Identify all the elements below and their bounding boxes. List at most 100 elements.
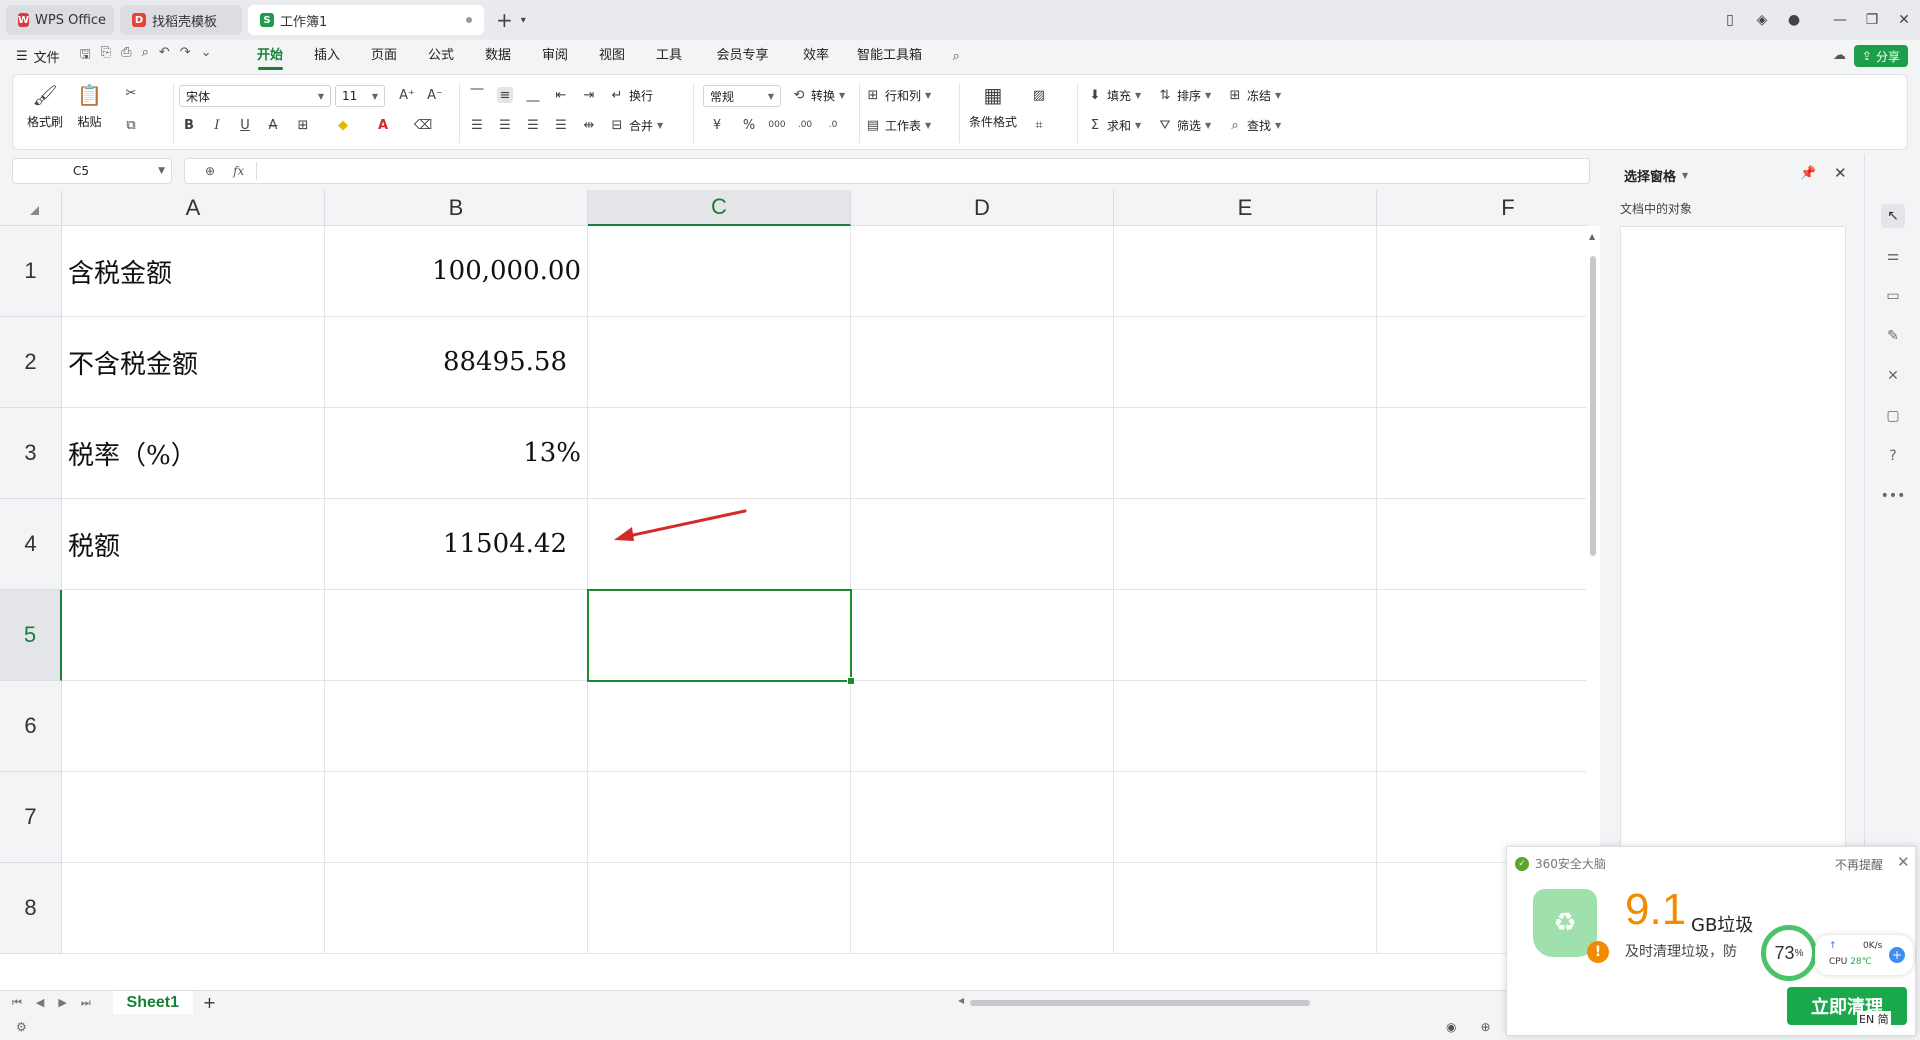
sum-button[interactable]: Σ 求和 ▼	[1087, 117, 1141, 134]
cell-e5[interactable]	[1114, 590, 1377, 681]
select-all-corner[interactable]	[0, 190, 62, 226]
font-size-select[interactable]: 11 ▼	[335, 85, 385, 107]
cell-c8[interactable]	[588, 863, 851, 954]
prev-sheet-icon[interactable]: ◀	[36, 996, 44, 1010]
cell-c3[interactable]	[588, 408, 851, 499]
avatar[interactable]: ●	[1778, 12, 1810, 28]
name-box[interactable]: C5 ▼	[12, 158, 172, 184]
cell-a3[interactable]: 税率（%）	[62, 408, 325, 499]
justify-icon[interactable]: ☰	[553, 117, 569, 133]
merge-button[interactable]: ⊟ 合并 ▼	[609, 117, 664, 134]
wrap-button[interactable]: ↵ 换行	[609, 87, 653, 104]
cell-e1[interactable]	[1114, 226, 1377, 317]
unsaved-dot-icon[interactable]	[466, 17, 472, 23]
tools-icon[interactable]: ✕	[1881, 364, 1905, 388]
fill-button[interactable]: ⬇ 填充 ▼	[1087, 87, 1142, 104]
cell-b8[interactable]	[325, 863, 588, 954]
print-preview-icon[interactable]: ⌕	[142, 45, 149, 67]
cloud-icon[interactable]: ☁	[1833, 48, 1846, 63]
bold-button[interactable]: B	[181, 117, 197, 133]
border-icon[interactable]: ⊞	[295, 117, 311, 133]
strikethrough-icon[interactable]: A	[265, 117, 281, 133]
menu-1[interactable]: 插入	[299, 40, 356, 72]
menu-5[interactable]: 审阅	[527, 40, 584, 72]
font-color-icon[interactable]: A	[375, 117, 391, 133]
close-icon[interactable]: ✕	[1897, 853, 1910, 871]
cell-d6[interactable]	[851, 681, 1114, 772]
row-header-6[interactable]: 6	[0, 681, 62, 772]
underline-button[interactable]: U	[237, 117, 253, 133]
macro-icon[interactable]: ⚙	[16, 1020, 27, 1034]
last-sheet-icon[interactable]: ⏭	[81, 996, 91, 1010]
column-header-d[interactable]: D	[851, 190, 1114, 226]
column-header-a[interactable]: A	[62, 190, 325, 226]
cell-a5[interactable]	[62, 590, 325, 681]
menu-10[interactable]: 智能工具箱	[845, 40, 935, 72]
scroll-up-icon[interactable]: ▲	[1589, 232, 1595, 241]
cell-d2[interactable]	[851, 317, 1114, 408]
paste-button[interactable]: 📋 粘贴	[77, 83, 102, 130]
cell-d3[interactable]	[851, 408, 1114, 499]
active-cell-selection[interactable]	[587, 589, 855, 685]
cut-icon[interactable]: ✂	[123, 85, 139, 101]
next-sheet-icon[interactable]: ▶	[58, 996, 66, 1010]
rows-cols-button[interactable]: ⊞ 行和列 ▼	[865, 87, 932, 104]
cell-b4[interactable]: 11504.42	[325, 499, 588, 590]
close-window-icon[interactable]: ✕	[1888, 12, 1920, 28]
cell-b7[interactable]	[325, 772, 588, 863]
first-sheet-icon[interactable]: ⏮	[12, 996, 22, 1010]
align-left-icon[interactable]: ☰	[469, 117, 485, 133]
cell-style-icon[interactable]: ▨	[1031, 87, 1047, 103]
row-header-2[interactable]: 2	[0, 317, 62, 408]
increase-font-icon[interactable]: A⁺	[399, 87, 415, 103]
restore-icon[interactable]: ❐	[1856, 12, 1888, 28]
cell-f6[interactable]	[1377, 681, 1586, 772]
worksheet-button[interactable]: ▤ 工作表 ▼	[865, 117, 931, 134]
row-header-3[interactable]: 3	[0, 408, 62, 499]
font-name-select[interactable]: 宋体 ▼	[179, 85, 331, 107]
cell-f1[interactable]	[1377, 226, 1586, 317]
column-header-f[interactable]: F	[1377, 190, 1586, 226]
menu-3[interactable]: 公式	[413, 40, 470, 72]
column-header-e[interactable]: E	[1114, 190, 1377, 226]
freeze-button[interactable]: ⊞ 冻结 ▼	[1227, 87, 1282, 104]
cell-f4[interactable]	[1377, 499, 1586, 590]
filter-button[interactable]: ⛛ 筛选 ▼	[1157, 117, 1212, 134]
chevron-down-icon[interactable]: ▼	[158, 166, 165, 176]
decrease-indent-icon[interactable]: ⇤	[553, 87, 569, 103]
search-icon[interactable]: ⌕	[953, 49, 960, 64]
horizontal-scrollbar[interactable]: ◀	[958, 996, 1330, 1007]
cell-e7[interactable]	[1114, 772, 1377, 863]
book-icon[interactable]: ▢	[1881, 404, 1905, 428]
cell-e6[interactable]	[1114, 681, 1377, 772]
help-icon[interactable]: ?	[1881, 444, 1905, 468]
italic-button[interactable]: I	[209, 117, 225, 133]
cell-a8[interactable]	[62, 863, 325, 954]
menu-7[interactable]: 工具	[641, 40, 698, 72]
align-top-icon[interactable]: ⎺	[469, 87, 485, 103]
cell-e8[interactable]	[1114, 863, 1377, 954]
cell-b6[interactable]	[325, 681, 588, 772]
cell-b3[interactable]: 13%	[325, 408, 588, 499]
share-button[interactable]: ⇪ 分享	[1853, 45, 1908, 67]
cell-c7[interactable]	[588, 772, 851, 863]
cell-e3[interactable]	[1114, 408, 1377, 499]
cell-c2[interactable]	[588, 317, 851, 408]
cell-c1[interactable]	[588, 226, 851, 317]
cell-f3[interactable]	[1377, 408, 1586, 499]
column-header-b[interactable]: B	[325, 190, 588, 226]
save-icon[interactable]: 🖫	[80, 45, 91, 67]
cell-b1[interactable]: 100,000.00	[325, 226, 588, 317]
cell-e4[interactable]	[1114, 499, 1377, 590]
tab-workbook[interactable]: S 工作簿1	[248, 5, 484, 35]
cell-a2[interactable]: 不含税金额	[62, 317, 325, 408]
cell-f5[interactable]	[1377, 590, 1586, 681]
file-menu[interactable]: ☰ 文件	[16, 47, 60, 66]
tab-list-chevron-icon[interactable]: ▾	[521, 15, 526, 26]
ime-indicator[interactable]: EN 简	[1857, 1011, 1891, 1027]
cell-a7[interactable]	[62, 772, 325, 863]
menu-9[interactable]: 效率	[788, 40, 845, 72]
sort-button[interactable]: ⇅ 排序 ▼	[1157, 87, 1212, 104]
cell-a4[interactable]: 税额	[62, 499, 325, 590]
ai-icon[interactable]: ✎	[1881, 324, 1905, 348]
